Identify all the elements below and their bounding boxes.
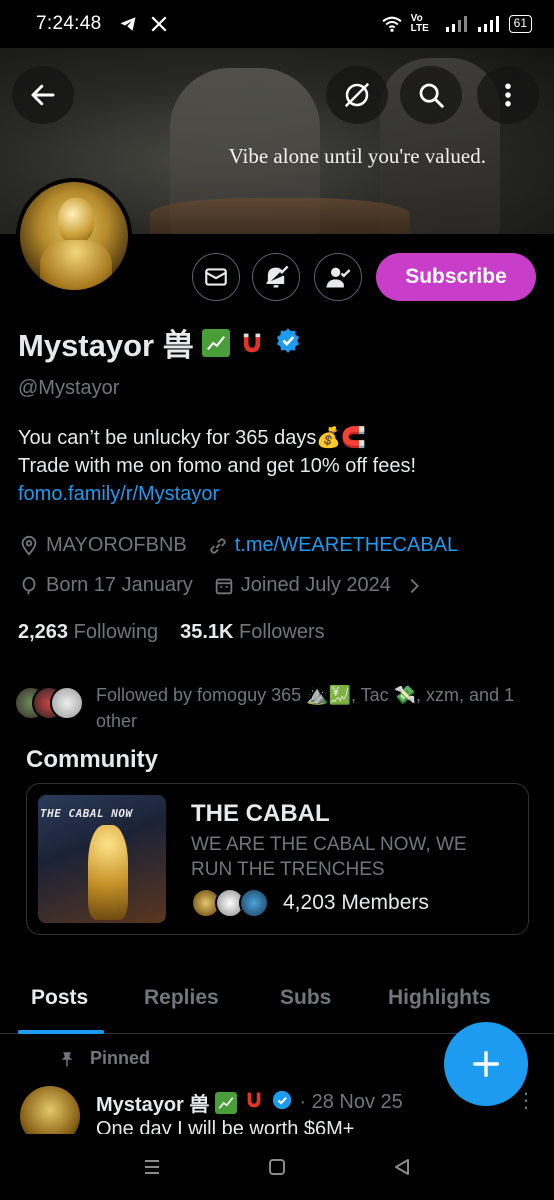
community-card[interactable]: THE CABAL NOW THE CABAL WE ARE THE CABAL… <box>26 783 529 935</box>
followers-stat[interactable]: 35.1K Followers <box>180 621 325 644</box>
signal-icon-2 <box>477 16 499 32</box>
grok-button[interactable] <box>326 66 388 124</box>
system-nav-bar <box>0 1134 554 1200</box>
community-members-count: 4,203 Members <box>283 891 429 914</box>
pinned-label: Pinned <box>90 1048 151 1068</box>
balloon-icon <box>22 576 36 594</box>
following-count: 2,263 <box>18 621 69 643</box>
community-description: WE ARE THE CABAL NOW, WE RUN THE TRENCHE… <box>191 834 467 880</box>
chart-emoji-icon <box>201 328 230 357</box>
profile-stats: 2,263 Following 35.1K Followers <box>18 621 325 644</box>
location-pin-icon <box>21 535 37 556</box>
tab-highlights[interactable]: Highlights <box>388 986 491 1010</box>
recent-apps-icon[interactable] <box>140 1155 164 1179</box>
grok-icon <box>344 82 370 108</box>
avatar-head <box>58 198 94 244</box>
profile-meta-row-1: MAYOROFBNB t.me/WEARETHECABAL <box>18 534 458 557</box>
followed-by-row[interactable]: Followed by fomoguy 365 ⛰️💹, Tac 💸, xzm,… <box>14 682 534 734</box>
profile-joined: Joined July 2024 <box>240 574 391 596</box>
home-icon[interactable] <box>265 1155 289 1179</box>
link-icon <box>210 537 226 554</box>
wifi-icon <box>382 16 402 32</box>
compose-button[interactable] <box>444 1022 528 1106</box>
banner-caption: Vibe alone until you're valued. <box>228 144 486 168</box>
verified-badge-icon[interactable] <box>274 326 302 359</box>
followers-count: 35.1K <box>180 621 234 643</box>
profile-name: Mystayor 兽 <box>18 328 194 363</box>
pinned-label-row: Pinned <box>58 1048 150 1069</box>
profile-location: MAYOROFBNB <box>46 534 187 556</box>
signal-icon <box>445 16 467 32</box>
status-bar: 7:24:48 Vo LTE 61 <box>0 0 554 48</box>
banner-table <box>150 198 410 234</box>
bio-link[interactable]: fomo.family/r/Mystayor <box>18 480 538 508</box>
post-author-name[interactable]: Mystayor 兽 <box>96 1088 209 1117</box>
following-button[interactable] <box>314 253 362 301</box>
post-header: Mystayor 兽 · 28 Nov 25 <box>96 1088 403 1117</box>
community-members: 4,203 Members <box>191 888 429 918</box>
followers-label: Followers <box>239 621 325 643</box>
telegram-icon <box>120 17 135 31</box>
post-date: · 28 Nov 25 <box>299 1091 403 1113</box>
arrow-left-icon <box>31 84 55 106</box>
followed-by-text: Followed by fomoguy 365 ⛰️💹, Tac 💸, xzm,… <box>96 685 515 731</box>
community-name: THE CABAL <box>191 800 330 827</box>
profile-handle: @Mystayor <box>18 377 120 399</box>
followed-by-avatars <box>14 682 88 722</box>
magnet-emoji-icon <box>238 329 266 357</box>
search-button[interactable] <box>400 66 462 124</box>
bell-check-icon <box>266 265 289 288</box>
more-vertical-icon <box>505 83 511 107</box>
community-image-text: THE CABAL NOW <box>40 807 133 820</box>
community-image-figure <box>88 825 128 920</box>
post-more-icon[interactable]: ⋮ <box>516 1088 536 1113</box>
magnet-emoji-icon <box>243 1089 265 1117</box>
following-label: Following <box>73 621 159 643</box>
back-nav-icon[interactable] <box>390 1155 414 1179</box>
bio-line-2: Trade with me on fomo and get 10% off fe… <box>18 455 417 477</box>
verified-badge-icon <box>271 1089 293 1117</box>
bio-line-1: You can’t be unlucky for 365 days💰🧲 <box>18 427 367 449</box>
community-section-title: Community <box>26 746 158 773</box>
mail-icon <box>205 268 227 286</box>
x-logo-icon <box>150 16 167 32</box>
following-stat[interactable]: 2,263 Following <box>18 621 158 644</box>
profile-meta-row-2: Born 17 January Joined July 2024 <box>18 574 425 597</box>
subscribe-button[interactable]: Subscribe <box>376 253 536 301</box>
post-text[interactable]: One day I will be worth $6M+ <box>96 1118 354 1134</box>
member-avatar <box>239 888 269 918</box>
status-time: 7:24:48 <box>36 13 102 34</box>
more-options-button[interactable] <box>477 66 539 124</box>
profile-birthday: Born 17 January <box>46 574 193 596</box>
tab-posts[interactable]: Posts <box>31 986 88 1010</box>
volte-label: Vo LTE <box>410 13 429 34</box>
battery-indicator: 61 <box>508 15 532 33</box>
community-image: THE CABAL NOW <box>38 795 166 923</box>
profile-website-link[interactable]: t.me/WEARETHECABAL <box>235 534 458 557</box>
back-button[interactable] <box>12 66 74 124</box>
profile-name-row: Mystayor 兽 <box>18 320 302 365</box>
message-button[interactable] <box>192 253 240 301</box>
calendar-icon <box>215 578 233 594</box>
chart-emoji-icon <box>215 1091 238 1114</box>
profile-avatar[interactable] <box>16 178 132 294</box>
notifications-button[interactable] <box>252 253 300 301</box>
tab-replies[interactable]: Replies <box>144 986 219 1010</box>
avatar-body <box>40 240 112 290</box>
plus-icon <box>472 1050 500 1078</box>
profile-bio: You can’t be unlucky for 365 days💰🧲 Trad… <box>18 424 538 508</box>
tab-subs[interactable]: Subs <box>280 986 331 1010</box>
person-check-icon <box>326 267 351 288</box>
active-tab-indicator <box>18 1030 104 1034</box>
follower-avatar <box>50 686 84 720</box>
search-icon <box>419 83 444 108</box>
chevron-right-icon[interactable] <box>403 575 425 597</box>
pin-icon <box>61 1051 73 1066</box>
